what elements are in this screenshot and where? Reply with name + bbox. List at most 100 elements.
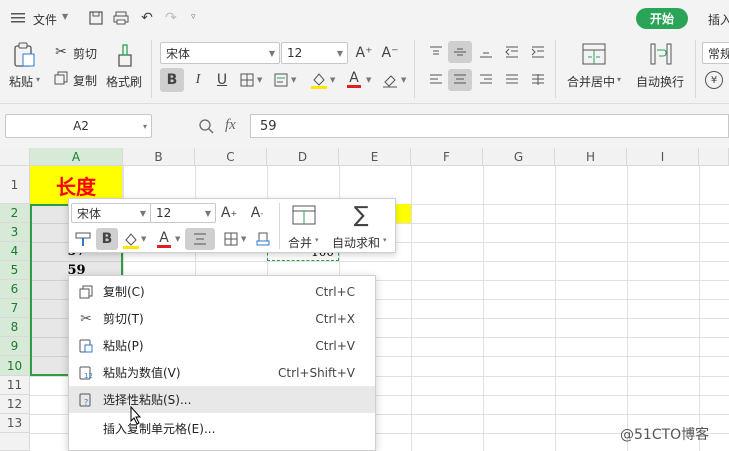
borders-icon[interactable] (239, 72, 255, 88)
cut-icon[interactable]: ✂ (53, 44, 69, 60)
wrap-text-button[interactable]: 自动换行 (636, 73, 684, 90)
mini-merge-button[interactable]: 合并 (288, 234, 312, 251)
column-header-e[interactable]: E (339, 148, 411, 166)
chevron-down-icon[interactable]: ▼ (291, 76, 296, 84)
column-header-a[interactable]: A (30, 148, 123, 166)
clear-format-icon[interactable] (381, 70, 399, 90)
chevron-down-icon[interactable]: ▾ (315, 236, 319, 244)
mini-eraser-icon[interactable] (254, 230, 272, 248)
align-middle-icon[interactable] (448, 41, 472, 63)
row-header-5[interactable]: 5 (0, 261, 30, 280)
format-painter-button[interactable]: 格式刷 (106, 73, 142, 90)
align-bottom-icon[interactable] (477, 44, 495, 60)
font-color-icon[interactable]: A (345, 68, 363, 90)
chevron-down-icon[interactable]: ▼ (175, 235, 180, 243)
row-header-13[interactable]: 13 (0, 414, 30, 433)
chevron-down-icon[interactable]: ▼ (141, 235, 146, 243)
align-center-icon[interactable] (448, 69, 472, 91)
row-header-11[interactable]: 11 (0, 376, 30, 395)
row-header-3[interactable]: 3 (0, 223, 30, 242)
menu-item-insert-copied-cells[interactable]: 插入复制单元格(E)... (69, 415, 375, 442)
row-header-10[interactable]: 10 (0, 356, 30, 376)
menu-item-partial[interactable] (69, 442, 375, 451)
currency-icon[interactable]: ¥ (705, 71, 723, 89)
format-painter-icon[interactable] (113, 41, 137, 69)
menu-item-cut[interactable]: ✂ 剪切(T) Ctrl+X (69, 305, 375, 332)
row-header-9[interactable]: 9 (0, 337, 30, 356)
row-header-12[interactable]: 12 (0, 395, 30, 414)
chevron-down-icon[interactable]: ▼ (62, 12, 68, 21)
autosum-icon[interactable]: ∑ (349, 202, 373, 228)
align-top-icon[interactable] (427, 44, 445, 60)
file-menu[interactable]: 文件 (33, 11, 57, 28)
align-left-icon[interactable] (427, 72, 445, 88)
menu-item-paste[interactable]: 粘贴(P) Ctrl+V (69, 332, 375, 359)
mini-font-size-select[interactable]: 12 ▼ (150, 203, 216, 223)
chevron-down-icon[interactable]: ▼ (330, 76, 335, 84)
row-header-14[interactable] (0, 433, 30, 451)
menu-item-copy[interactable]: 复制(C) Ctrl+C (69, 278, 375, 305)
column-header-c[interactable]: C (195, 148, 267, 166)
indent-decrease-icon[interactable] (503, 44, 521, 60)
row-header-7[interactable]: 7 (0, 299, 30, 318)
mini-align-center-icon[interactable] (185, 228, 215, 250)
wrap-text-icon[interactable] (648, 41, 674, 67)
format-brush-icon[interactable] (74, 230, 92, 248)
select-all-corner[interactable] (0, 148, 30, 166)
merge-center-button[interactable]: 合并居中 (567, 73, 615, 90)
mini-borders-icon[interactable] (222, 230, 240, 248)
menu-item-paste-special[interactable]: ? 选择性粘贴(S)... (69, 386, 375, 413)
chevron-down-icon[interactable]: ▼ (401, 76, 406, 84)
copy-icon[interactable] (53, 70, 69, 86)
font-name-select[interactable]: 宋体 ▼ (160, 42, 280, 64)
fx-icon[interactable]: fx (225, 117, 236, 134)
chevron-down-icon[interactable]: ▼ (366, 76, 371, 84)
number-format-select[interactable]: 常规 (702, 42, 729, 64)
redo-icon[interactable]: ↷ (163, 10, 179, 26)
column-header-d[interactable]: D (267, 148, 339, 166)
cut-button[interactable]: 剪切 (73, 45, 97, 62)
row-header-2[interactable]: 2 (0, 204, 30, 223)
quick-access-dropdown-icon[interactable]: ▿ (191, 12, 196, 22)
justify-icon[interactable] (503, 72, 521, 88)
decrease-font-icon[interactable]: A- (248, 204, 266, 222)
tab-start[interactable]: 开始 (636, 8, 688, 29)
paste-button[interactable]: 粘贴 (9, 73, 33, 90)
save-icon[interactable] (88, 10, 104, 26)
cell-style-icon[interactable] (273, 72, 289, 88)
column-header-g[interactable]: G (483, 148, 555, 166)
chevron-down-icon[interactable]: ▼ (257, 76, 262, 84)
mini-autosum-button[interactable]: 自动求和 (332, 234, 380, 251)
decrease-font-icon[interactable]: A⁻ (381, 44, 399, 62)
undo-icon[interactable]: ↶ (139, 10, 155, 26)
increase-font-icon[interactable]: A⁺ (355, 44, 373, 62)
print-icon[interactable] (112, 10, 130, 26)
chevron-down-icon[interactable]: ▾ (617, 75, 621, 84)
increase-font-icon[interactable]: A + (220, 204, 238, 222)
tab-insert[interactable]: 插入 (708, 11, 729, 28)
font-size-select[interactable]: 12 ▼ (281, 42, 348, 64)
fill-color-icon[interactable] (310, 70, 328, 90)
row-header-6[interactable]: 6 (0, 280, 30, 299)
column-header-b[interactable]: B (123, 148, 195, 166)
italic-button[interactable]: I (188, 68, 208, 92)
column-header-next[interactable] (699, 148, 729, 166)
distributed-align-icon[interactable] (529, 72, 547, 88)
zoom-icon[interactable] (197, 117, 215, 135)
column-header-f[interactable]: F (411, 148, 483, 166)
column-header-i[interactable]: I (627, 148, 699, 166)
copy-button[interactable]: 复制 (73, 72, 97, 89)
align-right-icon[interactable] (477, 72, 495, 88)
chevron-down-icon[interactable]: ▾ (383, 236, 387, 244)
row-header-4[interactable]: 4 (0, 242, 30, 261)
mini-fill-color-icon[interactable] (122, 230, 140, 250)
name-box[interactable]: A2 ▾ (5, 114, 152, 138)
menu-item-paste-values[interactable]: 12 粘贴为数值(V) Ctrl+Shift+V (69, 359, 375, 386)
mini-font-color-icon[interactable]: A (155, 228, 173, 250)
mini-font-name-select[interactable]: 宋体 ▼ (71, 203, 151, 223)
hamburger-icon[interactable] (10, 10, 26, 26)
paste-icon[interactable] (11, 41, 37, 69)
indent-increase-icon[interactable] (529, 44, 547, 60)
merge-center-icon[interactable] (580, 41, 608, 67)
formula-input[interactable]: 59 (250, 114, 729, 138)
